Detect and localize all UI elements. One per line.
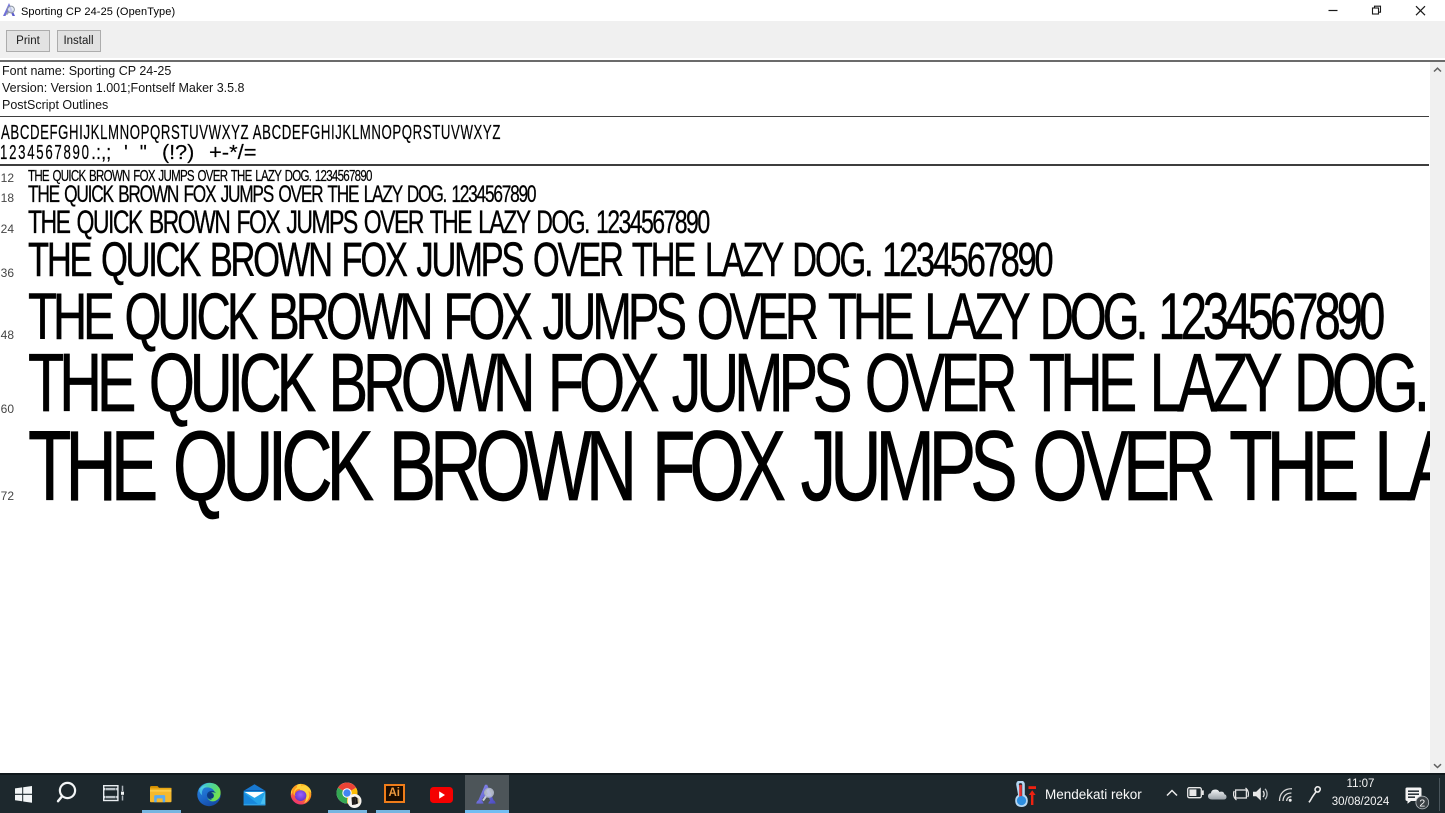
svg-text:2: 2 — [1419, 797, 1425, 809]
